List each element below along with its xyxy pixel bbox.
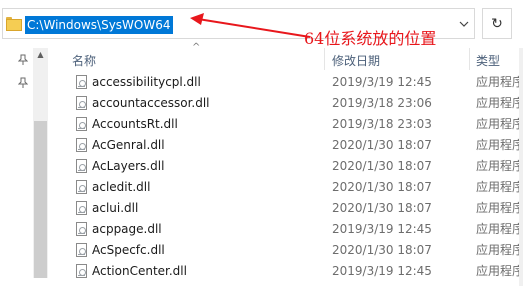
file-date: 2019/3/19 12:45 — [332, 264, 432, 278]
file-type: 应用程序扩展 — [476, 117, 523, 131]
file-type: 应用程序扩展 — [476, 222, 523, 236]
file-row[interactable]: accessibilitycpl.dll 2019/3/19 12:45 应用程… — [0, 72, 523, 93]
chevron-down-icon[interactable] — [456, 16, 472, 32]
file-row[interactable]: AccountsRt.dll 2019/3/18 23:03 应用程序扩展 — [0, 114, 523, 135]
file-name: aclui.dll — [92, 201, 139, 215]
column-divider[interactable] — [324, 48, 325, 70]
file-list-scrollbar[interactable] — [519, 48, 523, 286]
file-date: 2020/1/30 18:07 — [332, 159, 432, 173]
file-row[interactable]: ActionCenter.dll 2019/3/19 12:45 应用程序扩展 — [0, 261, 523, 282]
dll-file-icon — [76, 159, 87, 173]
file-name: ActionCenter.dll — [92, 264, 187, 278]
file-name: acledit.dll — [92, 180, 151, 194]
refresh-icon: ↻ — [491, 15, 503, 32]
file-name: AcGenral.dll — [92, 138, 165, 152]
file-row[interactable]: acledit.dll 2020/1/30 18:07 应用程序扩展 — [0, 177, 523, 198]
file-name: AcLayers.dll — [92, 159, 165, 173]
dll-file-icon — [76, 96, 87, 110]
scroll-up-icon[interactable]: ▲ — [33, 50, 48, 59]
file-date: 2019/3/19 12:45 — [332, 222, 432, 236]
file-date: 2019/3/18 23:06 — [332, 96, 432, 110]
file-type: 应用程序扩展 — [476, 75, 523, 89]
file-row[interactable]: accountaccessor.dll 2019/3/18 23:06 应用程序… — [0, 93, 523, 114]
file-name: acppage.dll — [92, 222, 162, 236]
column-header-type[interactable]: 类型 — [476, 52, 500, 70]
pin-icon[interactable] — [18, 54, 28, 66]
annotation-arrow — [190, 13, 311, 38]
file-row[interactable]: acppage.dll 2019/3/19 12:45 应用程序扩展 — [0, 219, 523, 240]
annotation-text: 64位系统放的位置 — [304, 29, 437, 48]
file-row[interactable]: AcLayers.dll 2020/1/30 18:07 应用程序扩展 — [0, 156, 523, 177]
dll-file-icon — [76, 117, 87, 131]
file-name: AcSpecfc.dll — [92, 243, 165, 257]
file-type: 应用程序扩展 — [476, 180, 523, 194]
file-row[interactable]: AcGenral.dll 2020/1/30 18:07 应用程序扩展 — [0, 135, 523, 156]
file-row[interactable]: AcSpecfc.dll 2020/1/30 18:07 应用程序扩展 — [0, 240, 523, 261]
file-name: accountaccessor.dll — [92, 96, 210, 110]
file-date: 2020/1/30 18:07 — [332, 180, 432, 194]
dll-file-icon — [76, 243, 87, 257]
dll-file-icon — [76, 222, 87, 236]
file-name: accessibilitycpl.dll — [92, 75, 201, 89]
file-date: 2019/3/18 23:03 — [332, 117, 432, 131]
dll-file-icon — [76, 264, 87, 278]
column-divider[interactable] — [469, 48, 470, 70]
file-type: 应用程序扩展 — [476, 243, 523, 257]
column-header-date[interactable]: 修改日期 — [332, 52, 380, 70]
sort-ascending-icon: ^ — [192, 42, 201, 53]
refresh-button[interactable]: ↻ — [482, 8, 512, 39]
file-date: 2020/1/30 18:07 — [332, 243, 432, 257]
file-type: 应用程序扩展 — [476, 264, 523, 278]
file-row[interactable]: aclui.dll 2020/1/30 18:07 应用程序扩展 — [0, 198, 523, 219]
dll-file-icon — [76, 138, 87, 152]
dll-file-icon — [76, 180, 87, 194]
file-date: 2020/1/30 18:07 — [332, 201, 432, 215]
file-type: 应用程序扩展 — [476, 159, 523, 173]
column-header-name[interactable]: 名称 — [72, 52, 96, 70]
file-name: AccountsRt.dll — [92, 117, 178, 131]
folder-icon — [6, 17, 22, 31]
file-date: 2019/3/19 12:45 — [332, 75, 432, 89]
dll-file-icon — [76, 201, 87, 215]
dll-file-icon — [76, 75, 87, 89]
file-type: 应用程序扩展 — [476, 201, 523, 215]
file-type: 应用程序扩展 — [476, 138, 523, 152]
address-path-input[interactable]: C:\Windows\SysWOW64 — [25, 16, 173, 34]
file-date: 2020/1/30 18:07 — [332, 138, 432, 152]
file-type: 应用程序扩展 — [476, 96, 523, 110]
